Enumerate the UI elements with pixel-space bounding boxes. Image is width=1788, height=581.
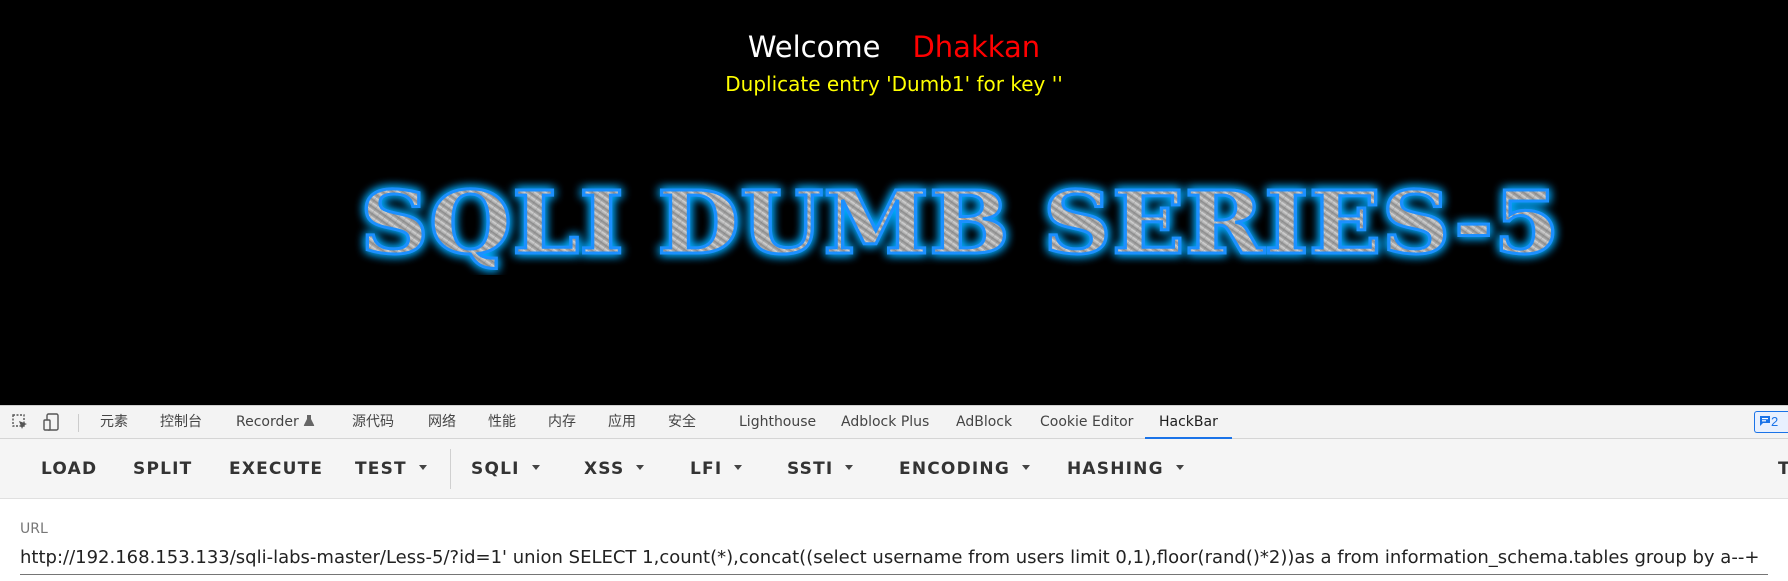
tab-console[interactable]: 控制台	[160, 406, 202, 439]
tab-recorder-label: Recorder	[236, 414, 299, 430]
tab-elements[interactable]: 元素	[100, 406, 128, 439]
toolbar-separator	[78, 414, 79, 432]
flask-icon	[304, 415, 315, 426]
test-menu-label: TEST	[355, 459, 407, 479]
chevron-down-icon	[845, 464, 854, 470]
tab-application[interactable]: 应用	[608, 406, 636, 439]
encoding-menu-button[interactable]: ENCODING	[899, 439, 1030, 499]
tab-hackbar[interactable]: HackBar	[1145, 406, 1232, 440]
hashing-menu-label: HASHING	[1067, 459, 1164, 479]
tab-adblock-plus[interactable]: Adblock Plus	[841, 406, 929, 439]
issues-badge[interactable]: 2	[1754, 411, 1788, 433]
hackbar-toolbar: LOAD SPLIT EXECUTE TEST SQLI XSS LFI SST…	[0, 439, 1788, 499]
truncated-menu-button[interactable]: T	[1778, 439, 1788, 499]
sql-error-message: Duplicate entry 'Dumb1' for key ''	[725, 72, 1063, 96]
xss-menu-label: XSS	[584, 459, 625, 479]
split-button[interactable]: SPLIT	[133, 439, 192, 499]
chevron-down-icon	[734, 464, 743, 470]
tab-recorder[interactable]: Recorder	[236, 406, 315, 439]
lfi-menu-label: LFI	[690, 459, 723, 479]
xss-menu-button[interactable]: XSS	[584, 439, 645, 499]
hashing-menu-button[interactable]: HASHING	[1067, 439, 1184, 499]
load-button[interactable]: LOAD	[41, 439, 97, 499]
chevron-down-icon	[531, 464, 540, 470]
tab-adblock[interactable]: AdBlock	[956, 406, 1012, 439]
tab-memory[interactable]: 内存	[548, 406, 576, 439]
url-input[interactable]	[20, 541, 1768, 575]
tab-sources[interactable]: 源代码	[352, 406, 394, 439]
inspect-element-icon[interactable]	[10, 412, 30, 432]
url-label: URL	[20, 521, 48, 537]
tab-network[interactable]: 网络	[428, 406, 456, 439]
user-name: Dhakkan	[912, 30, 1041, 64]
welcome-line: Welcome Dhakkan	[0, 30, 1788, 64]
url-section: URL	[0, 499, 1788, 581]
devtools-tab-bar: 元素 控制台 Recorder 源代码 网络 性能 内存 应用 安全 Light…	[0, 405, 1788, 440]
sqli-menu-button[interactable]: SQLI	[471, 439, 540, 499]
banner-text: SQLI DUMB SERIES-5	[360, 173, 1560, 274]
tab-lighthouse[interactable]: Lighthouse	[739, 406, 816, 439]
series-title-banner: SQLI DUMB SERIES-5	[359, 172, 1562, 276]
web-page-viewport: Welcome Dhakkan Duplicate entry 'Dumb1' f…	[0, 0, 1788, 405]
chevron-down-icon	[1175, 464, 1184, 470]
tab-cookie-editor[interactable]: Cookie Editor	[1040, 406, 1133, 439]
issues-count: 2	[1771, 414, 1779, 429]
tab-performance[interactable]: 性能	[488, 406, 516, 439]
execute-button[interactable]: EXECUTE	[229, 439, 323, 499]
message-icon	[1760, 416, 1770, 426]
chevron-down-icon	[418, 464, 427, 470]
ssti-menu-button[interactable]: SSTI	[787, 439, 854, 499]
tab-security[interactable]: 安全	[668, 406, 696, 439]
encoding-menu-label: ENCODING	[899, 459, 1010, 479]
lfi-menu-button[interactable]: LFI	[690, 439, 743, 499]
toolbar-divider	[450, 449, 451, 489]
ssti-menu-label: SSTI	[787, 459, 834, 479]
welcome-label: Welcome	[747, 30, 881, 64]
sqli-menu-label: SQLI	[471, 459, 520, 479]
test-menu-button[interactable]: TEST	[355, 439, 427, 499]
chevron-down-icon	[1022, 464, 1030, 470]
chevron-down-icon	[636, 464, 645, 470]
device-toolbar-icon[interactable]	[42, 412, 62, 432]
